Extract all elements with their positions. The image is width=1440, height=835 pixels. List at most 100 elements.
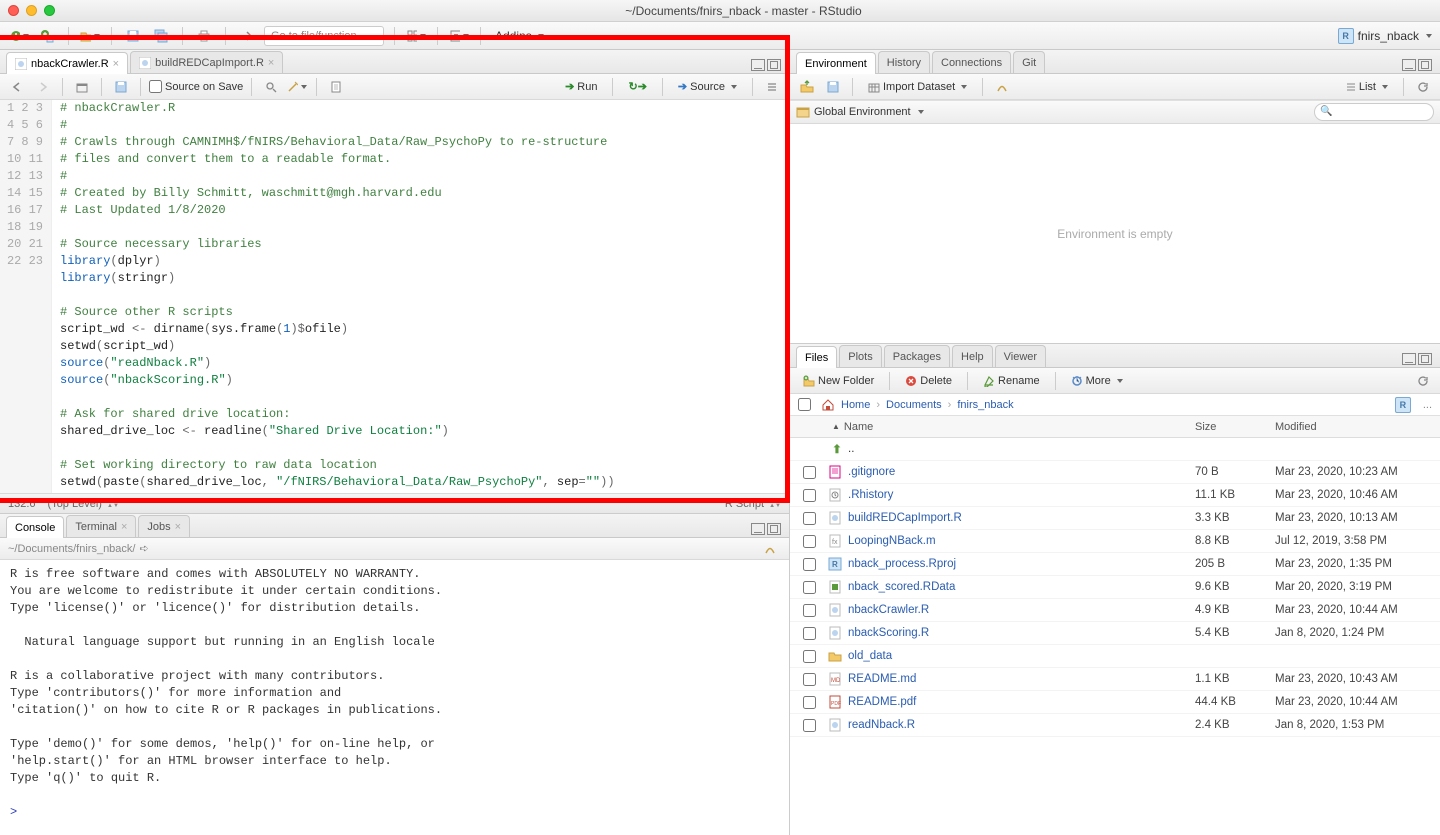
file-row[interactable]: old_data — [790, 645, 1440, 668]
grid-button[interactable] — [405, 26, 427, 46]
file-row[interactable]: nbackCrawler.R 4.9 KB Mar 23, 2020, 10:4… — [790, 599, 1440, 622]
maximize-pane-icon[interactable] — [1418, 59, 1432, 71]
clear-console-button[interactable] — [759, 539, 781, 559]
file-checkbox[interactable] — [803, 696, 816, 709]
tab-jobs[interactable]: Jobs × — [138, 515, 190, 537]
select-all-checkbox[interactable] — [798, 398, 811, 411]
filetype-selector[interactable]: R Script ▲▼ — [725, 498, 781, 510]
minimize-pane-icon[interactable] — [1402, 353, 1416, 365]
load-workspace-button[interactable] — [796, 77, 818, 97]
tab-environment[interactable]: Environment — [796, 52, 876, 74]
import-dataset-button[interactable]: Import Dataset — [861, 79, 974, 95]
more-path-button[interactable]: ... — [1423, 399, 1432, 411]
save-file-button[interactable] — [110, 77, 132, 97]
tab-console[interactable]: Console — [6, 516, 64, 538]
rerun-button[interactable]: ↻➔ — [621, 78, 653, 95]
file-name[interactable]: .Rhistory — [846, 489, 1195, 501]
file-name[interactable]: buildREDCapImport.R — [846, 512, 1195, 524]
maximize-pane-icon[interactable] — [767, 523, 781, 535]
minimize-pane-icon[interactable] — [1402, 59, 1416, 71]
file-row[interactable]: .Rhistory 11.1 KB Mar 23, 2020, 10:46 AM — [790, 484, 1440, 507]
code-editor[interactable]: 1 2 3 4 5 6 7 8 9 10 11 12 13 14 15 16 1… — [0, 100, 789, 493]
source-on-save-checkbox[interactable]: Source on Save — [149, 80, 243, 93]
tab-git[interactable]: Git — [1013, 51, 1045, 73]
forward-button[interactable] — [32, 77, 54, 97]
rproject-icon[interactable]: R — [1395, 397, 1411, 413]
file-checkbox[interactable] — [803, 581, 816, 594]
save-workspace-button[interactable] — [822, 77, 844, 97]
file-row[interactable]: fx LoopingNBack.m 8.8 KB Jul 12, 2019, 3… — [790, 530, 1440, 553]
breadcrumb-home[interactable]: Home — [841, 399, 870, 411]
file-name[interactable]: nback_process.Rproj — [846, 558, 1195, 570]
file-checkbox[interactable] — [803, 535, 816, 548]
project-selector[interactable]: R fnirs_nback — [1338, 28, 1432, 44]
delete-button[interactable]: Delete — [898, 373, 959, 389]
file-row[interactable]: MD README.md 1.1 KB Mar 23, 2020, 10:43 … — [790, 668, 1440, 691]
file-checkbox[interactable] — [803, 627, 816, 640]
outline-button[interactable] — [761, 77, 783, 97]
file-row[interactable]: nback_scored.RData 9.6 KB Mar 20, 2020, … — [790, 576, 1440, 599]
source-tab-nbackcrawler[interactable]: nbackCrawler.R × — [6, 52, 128, 74]
home-icon[interactable] — [821, 398, 835, 412]
file-checkbox[interactable] — [803, 489, 816, 502]
tab-connections[interactable]: Connections — [932, 51, 1011, 73]
breadcrumb-documents[interactable]: Documents — [886, 399, 942, 411]
path-chevron-icon[interactable]: ➪ — [139, 542, 148, 555]
file-row[interactable]: nbackScoring.R 5.4 KB Jan 8, 2020, 1:24 … — [790, 622, 1440, 645]
file-name[interactable]: .gitignore — [846, 466, 1195, 478]
file-row[interactable]: readNback.R 2.4 KB Jan 8, 2020, 1:53 PM — [790, 714, 1440, 737]
close-window[interactable] — [8, 5, 19, 16]
tab-packages[interactable]: Packages — [884, 345, 950, 367]
code-area[interactable]: # nbackCrawler.R # # Crawls through CAMN… — [52, 100, 789, 493]
sort-by-name[interactable]: ▲ Name — [828, 421, 1195, 433]
file-name[interactable]: readNback.R — [846, 719, 1195, 731]
up-directory[interactable]: ⬆ .. — [790, 438, 1440, 461]
new-project-button[interactable] — [36, 26, 58, 46]
close-tab-icon[interactable]: × — [175, 521, 181, 533]
goto-file-input[interactable]: Go to file/function — [264, 26, 384, 46]
wand-button[interactable] — [286, 77, 308, 97]
rename-button[interactable]: Rename — [976, 373, 1047, 389]
file-row[interactable]: buildREDCapImport.R 3.3 KB Mar 23, 2020,… — [790, 507, 1440, 530]
clear-env-button[interactable] — [991, 77, 1013, 97]
minimize-pane-icon[interactable] — [751, 523, 765, 535]
file-checkbox[interactable] — [803, 512, 816, 525]
close-tab-icon[interactable]: × — [121, 521, 127, 533]
tab-viewer[interactable]: Viewer — [995, 345, 1046, 367]
back-button[interactable] — [6, 77, 28, 97]
close-tab-icon[interactable]: × — [113, 58, 119, 70]
go-to-button[interactable] — [236, 26, 258, 46]
breadcrumb-project[interactable]: fnirs_nback — [957, 399, 1013, 411]
file-checkbox[interactable] — [803, 719, 816, 732]
file-checkbox[interactable] — [803, 650, 816, 663]
refresh-button[interactable] — [1412, 77, 1434, 97]
source-button[interactable]: ➔Source — [671, 78, 744, 95]
file-name[interactable]: nbackScoring.R — [846, 627, 1195, 639]
save-all-button[interactable] — [150, 26, 172, 46]
tab-history[interactable]: History — [878, 51, 930, 73]
file-checkbox[interactable] — [803, 673, 816, 686]
file-row[interactable]: PDF README.pdf 44.4 KB Mar 23, 2020, 10:… — [790, 691, 1440, 714]
file-name[interactable]: README.md — [846, 673, 1195, 685]
tab-plots[interactable]: Plots — [839, 345, 881, 367]
file-name[interactable]: README.pdf — [846, 696, 1195, 708]
tab-files[interactable]: Files — [796, 346, 837, 368]
view-mode-button[interactable]: List — [1339, 79, 1395, 95]
more-button[interactable]: More — [1064, 373, 1130, 389]
file-checkbox[interactable] — [803, 466, 816, 479]
close-tab-icon[interactable]: × — [268, 57, 274, 69]
file-name[interactable]: nback_scored.RData — [846, 581, 1195, 593]
report-button[interactable] — [325, 77, 347, 97]
open-file-button[interactable] — [79, 26, 101, 46]
source-tab-buildredcap[interactable]: buildREDCapImport.R × — [130, 51, 283, 73]
addins-menu[interactable]: Addins — [491, 29, 548, 43]
file-name[interactable]: old_data — [846, 650, 1195, 662]
sort-by-size[interactable]: Size — [1195, 421, 1275, 433]
maximize-pane-icon[interactable] — [767, 59, 781, 71]
console-output[interactable]: R is free software and comes with ABSOLU… — [0, 560, 789, 835]
sort-by-modified[interactable]: Modified — [1275, 421, 1440, 433]
tools-button[interactable] — [448, 26, 470, 46]
print-button[interactable] — [193, 26, 215, 46]
tab-terminal[interactable]: Terminal × — [66, 515, 136, 537]
env-search-input[interactable]: 🔍 — [1314, 103, 1434, 121]
